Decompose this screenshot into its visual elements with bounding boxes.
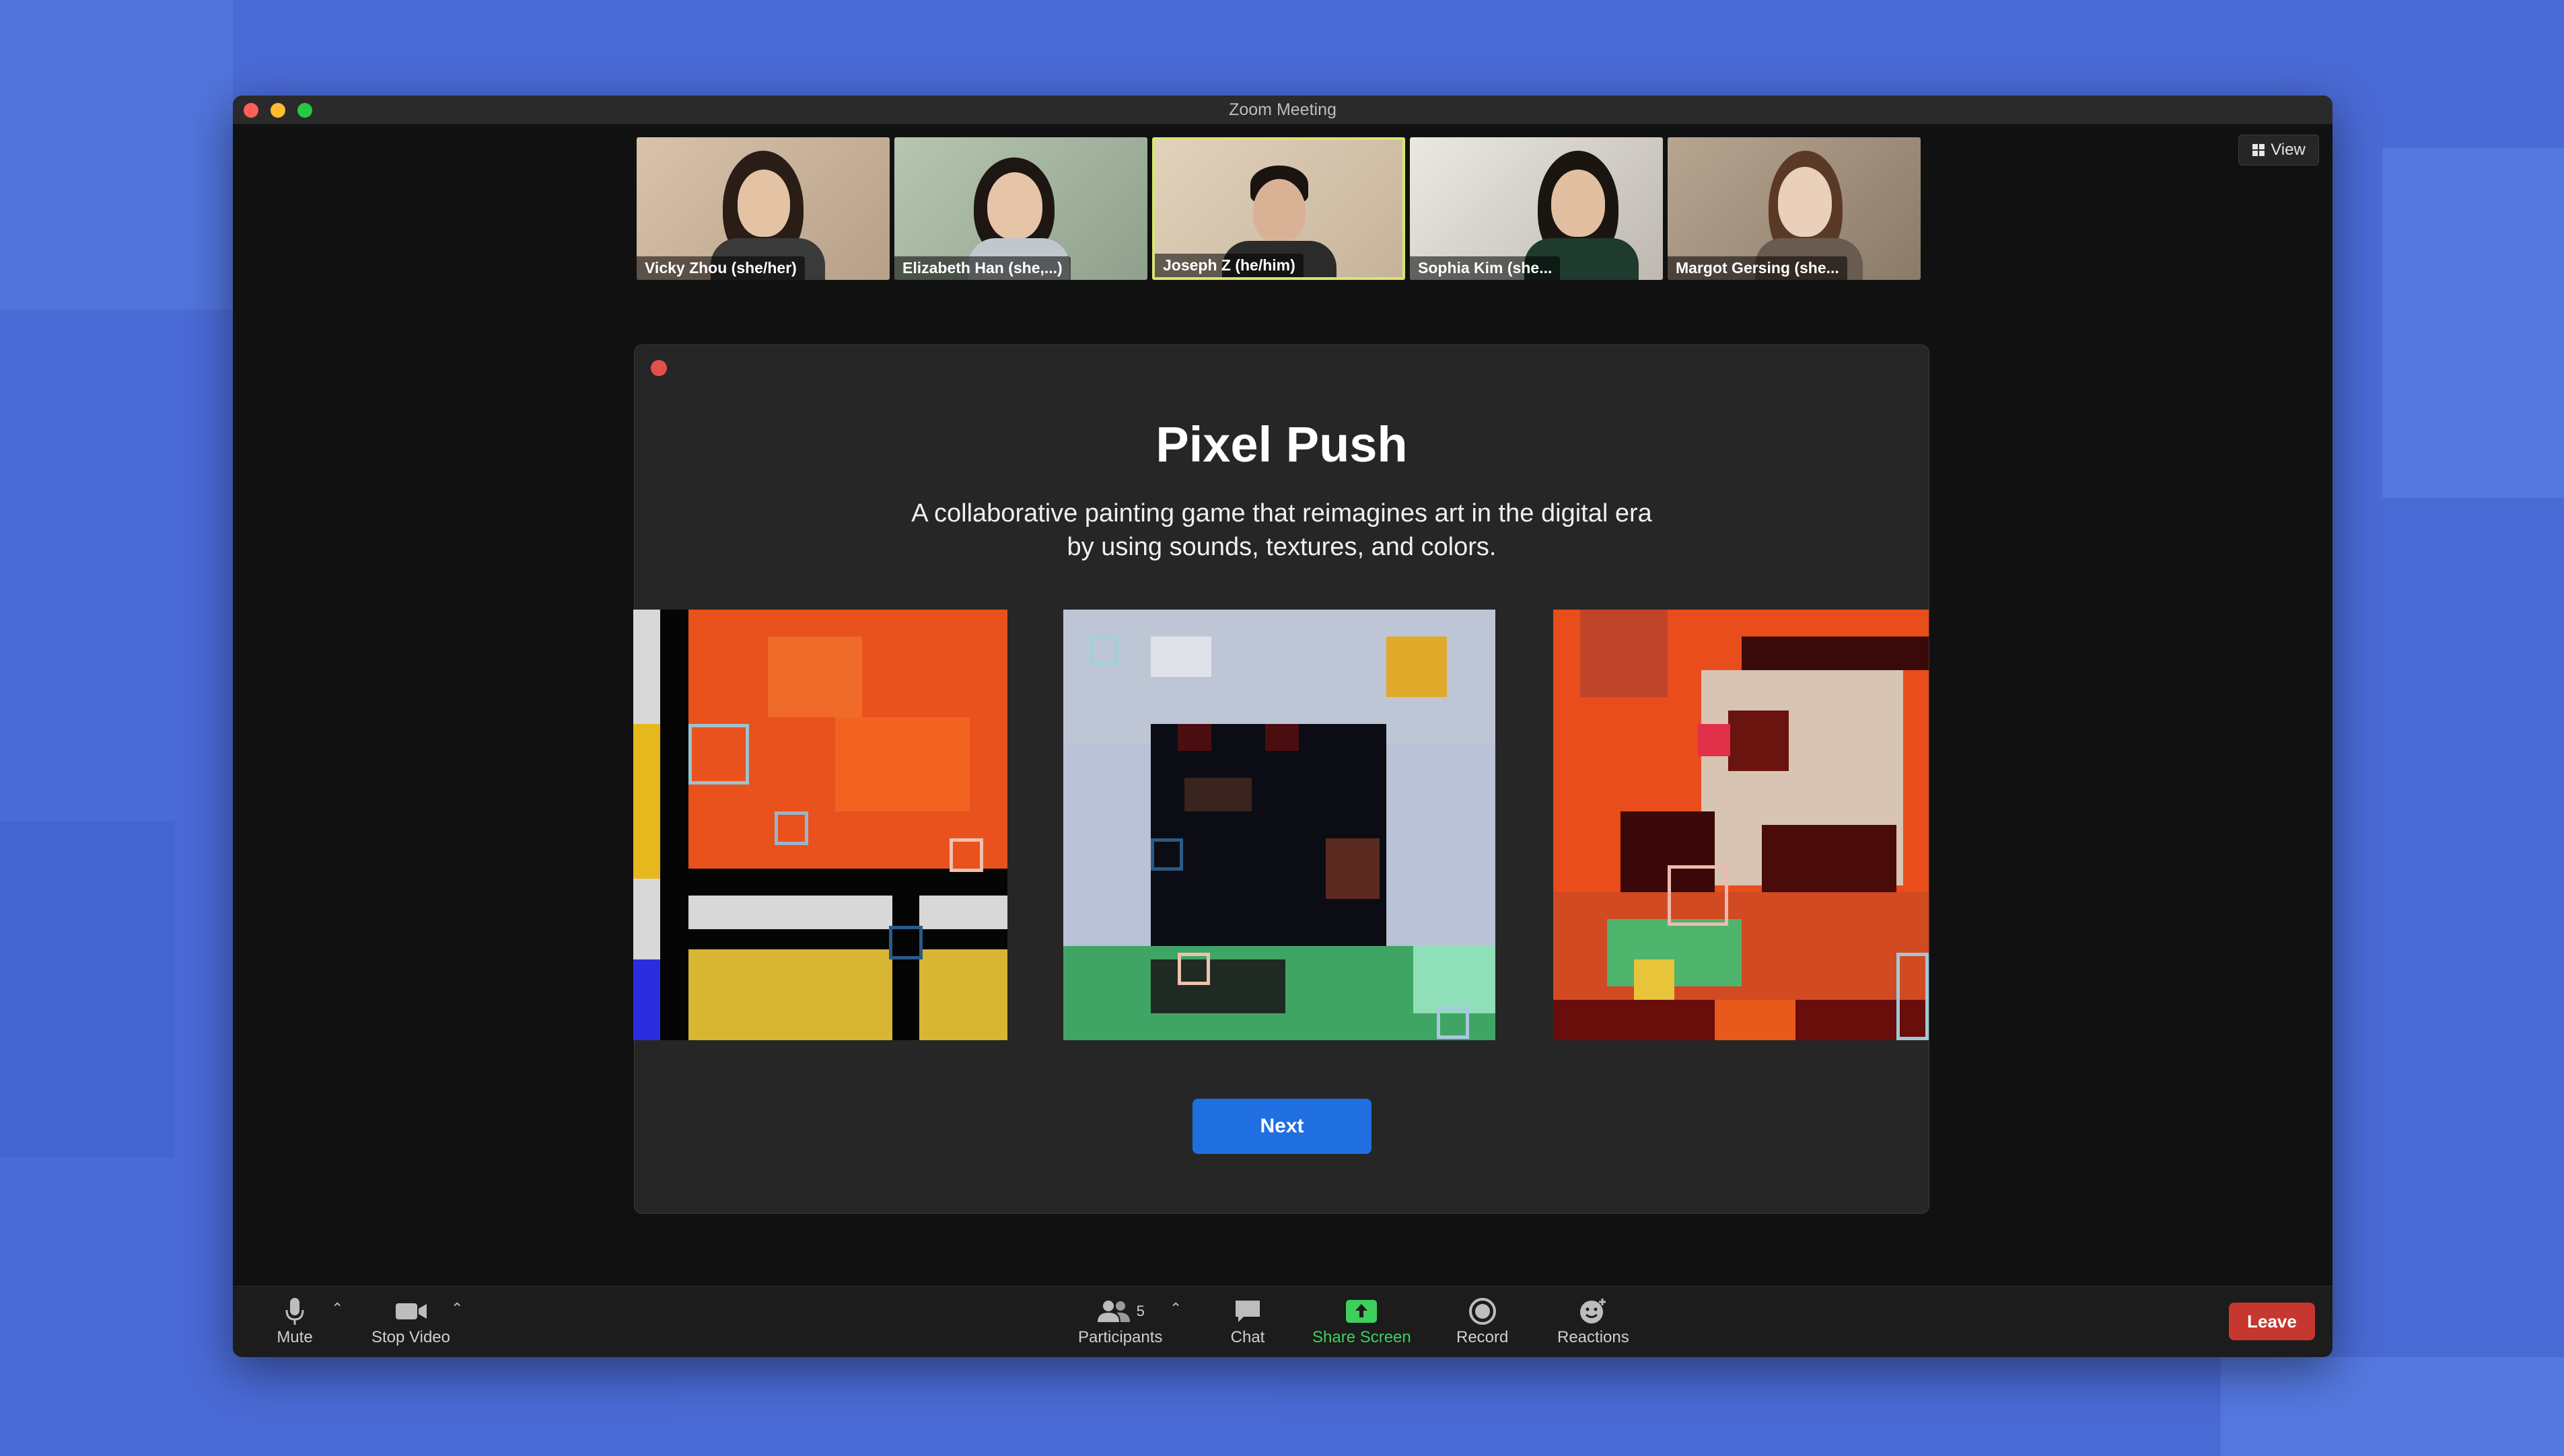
leave-button[interactable]: Leave — [2229, 1303, 2315, 1340]
shared-screen-panel: Pixel Push A collaborative painting game… — [633, 344, 1929, 1214]
background-block — [673, 1357, 1279, 1456]
share-screen-icon — [1346, 1300, 1378, 1323]
participant-name: Joseph Z (he/him) — [1155, 254, 1304, 277]
participant-name: Elizabeth Han (she,...) — [894, 256, 1071, 280]
smiley-plus-icon — [1580, 1299, 1606, 1323]
game-subtitle-line: A collaborative painting game that reima… — [911, 499, 1652, 527]
record-icon — [1468, 1298, 1496, 1325]
chat-label: Chat — [1230, 1328, 1265, 1346]
title-bar: Zoom Meeting — [233, 96, 2332, 124]
participant-face — [1551, 170, 1605, 237]
close-dot-icon[interactable] — [651, 360, 667, 376]
game-subtitle-line: by using sounds, textures, and colors. — [1067, 533, 1497, 561]
reactions-label: Reactions — [1557, 1328, 1629, 1346]
participants-icon — [1097, 1301, 1130, 1322]
meeting-toolbar: Mute ⌃ Stop Video ⌃ 5 Participants ⌃ Cha… — [233, 1286, 2332, 1357]
participant-tile[interactable]: Margot Gersing (she... — [1668, 137, 1921, 280]
participant-strip: Vicky Zhou (she/her) Elizabeth Han (she,… — [637, 137, 1921, 280]
stop-video-label: Stop Video — [371, 1328, 450, 1346]
video-options-caret-icon[interactable]: ⌃ — [451, 1300, 463, 1317]
mute-options-caret-icon[interactable]: ⌃ — [331, 1300, 343, 1317]
view-button-label: View — [2271, 141, 2306, 159]
participant-name: Vicky Zhou (she/her) — [637, 256, 805, 280]
artwork-mondrian[interactable] — [633, 610, 1007, 1040]
participant-face — [987, 172, 1042, 240]
share-screen-label: Share Screen — [1312, 1328, 1411, 1346]
participant-tile-active[interactable]: Joseph Z (he/him) — [1152, 137, 1405, 280]
stop-video-button[interactable]: Stop Video — [371, 1295, 450, 1347]
game-title: Pixel Push — [1155, 416, 1408, 472]
chat-bubble-icon — [1236, 1301, 1260, 1322]
participant-tile[interactable]: Vicky Zhou (she/her) — [637, 137, 890, 280]
participant-tile[interactable]: Elizabeth Han (she,...) — [894, 137, 1147, 280]
participant-face — [738, 170, 790, 237]
reactions-button[interactable]: Reactions — [1557, 1295, 1629, 1347]
participants-label: Participants — [1078, 1328, 1163, 1346]
view-button[interactable]: View — [2238, 135, 2319, 166]
video-camera-icon — [395, 1303, 427, 1319]
chat-button[interactable]: Chat — [1227, 1295, 1268, 1347]
participant-face — [1778, 167, 1832, 237]
share-screen-button[interactable]: Share Screen — [1312, 1295, 1411, 1347]
game-subtitle: A collaborative painting game that reima… — [635, 497, 1929, 564]
artwork-figure[interactable] — [1063, 610, 1495, 1040]
participants-options-caret-icon[interactable]: ⌃ — [1170, 1300, 1182, 1317]
participant-face — [1253, 179, 1306, 244]
participant-name: Sophia Kim (she... — [1410, 256, 1561, 280]
grid-icon — [2252, 144, 2265, 156]
mute-button[interactable]: Mute — [275, 1295, 315, 1347]
background-block — [2221, 1357, 2564, 1456]
background-block — [2382, 148, 2564, 498]
zoom-window: Zoom Meeting View Vicky Zhou (she/her) E… — [233, 96, 2332, 1357]
mute-label: Mute — [277, 1328, 313, 1346]
participant-name: Margot Gersing (she... — [1668, 256, 1847, 280]
background-block — [0, 821, 175, 1157]
background-block — [0, 0, 233, 310]
participants-count: 5 — [1136, 1303, 1145, 1319]
record-label: Record — [1456, 1328, 1509, 1346]
record-button[interactable]: Record — [1456, 1295, 1508, 1347]
artwork-texture[interactable] — [1553, 610, 1929, 1040]
next-button[interactable]: Next — [1192, 1099, 1372, 1154]
participant-tile[interactable]: Sophia Kim (she... — [1410, 137, 1663, 280]
window-title: Zoom Meeting — [1229, 100, 1337, 119]
participants-button[interactable]: 5 Participants — [1078, 1295, 1162, 1347]
microphone-icon — [285, 1298, 304, 1325]
